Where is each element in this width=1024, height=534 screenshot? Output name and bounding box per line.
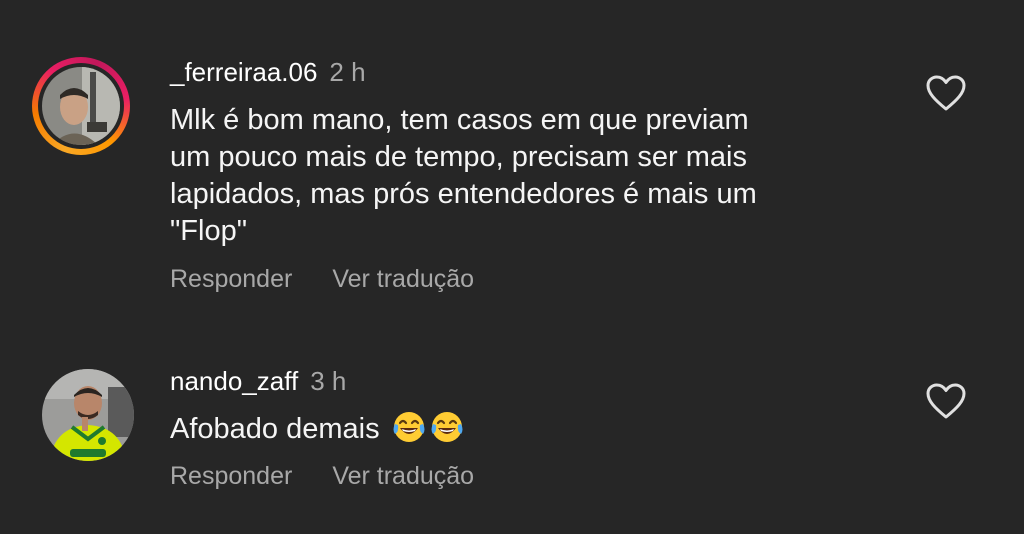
comment-item: _ferreiraa.06 2 h Mlk é bom mano, tem cas… [0, 0, 1024, 320]
avatar-story-ring[interactable] [32, 57, 130, 155]
translate-button[interactable]: Ver tradução [332, 265, 474, 293]
avatar [42, 67, 120, 145]
comment-text-line: um pouco mais de tempo, precisam ser mai… [170, 141, 747, 173]
heart-outline-icon[interactable] [925, 74, 967, 112]
comment-item: nando_zaff 3 h Afobado demais Responder Ve… [0, 340, 1024, 530]
comment-text-line: "Flop" [170, 215, 248, 247]
comment-header: nando_zaff 3 h [170, 366, 346, 397]
face-with-tears-of-joy-icon [393, 412, 425, 442]
timestamp: 3 h [310, 366, 347, 396]
reply-button[interactable]: Responder [170, 462, 292, 490]
username[interactable]: nando_zaff [170, 366, 298, 396]
face-with-tears-of-joy-icon [431, 412, 463, 442]
comment-text-line: lapidados, mas prós entendedores é mais … [170, 178, 757, 210]
comment-actions: Responder Ver tradução [170, 265, 474, 294]
comment-text-line: Mlk é bom mano, tem casos em que previam [170, 104, 749, 136]
comment-text: Mlk é bom mano, tem casos em que previam… [170, 102, 870, 250]
comment-text: Afobado demais [170, 410, 870, 448]
reply-button[interactable]: Responder [170, 265, 292, 293]
comment-header: _ferreiraa.06 2 h [170, 57, 366, 88]
comment-actions: Responder Ver tradução [170, 462, 474, 491]
username[interactable]: _ferreiraa.06 [170, 57, 317, 87]
heart-outline-icon[interactable] [925, 382, 967, 420]
comment-text-line: Afobado demais [170, 413, 380, 445]
avatar[interactable] [42, 369, 134, 461]
timestamp: 2 h [329, 57, 366, 87]
translate-button[interactable]: Ver tradução [332, 462, 474, 490]
